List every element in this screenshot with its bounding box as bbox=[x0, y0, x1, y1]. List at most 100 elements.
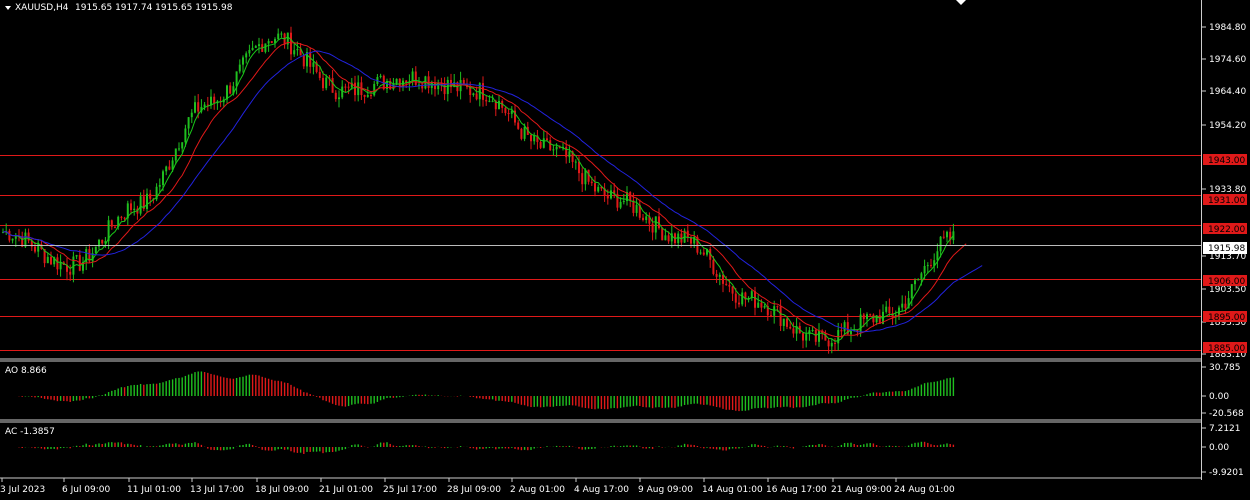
svg-text:3 Jul 2023: 3 Jul 2023 bbox=[0, 485, 45, 495]
candle bbox=[654, 216, 657, 240]
candle bbox=[520, 127, 523, 141]
price-tick: 1984.80 bbox=[1201, 23, 1246, 33]
candle bbox=[946, 230, 948, 243]
candle bbox=[50, 251, 52, 266]
candle bbox=[616, 187, 619, 212]
price-tick: 1933.80 bbox=[1201, 185, 1246, 195]
svg-text:14 Aug 01:00: 14 Aug 01:00 bbox=[702, 485, 763, 495]
ohlc-readout: 1915.65 1917.74 1915.65 1915.98 bbox=[75, 3, 233, 13]
candle bbox=[718, 272, 721, 286]
candle bbox=[258, 37, 260, 54]
candle bbox=[165, 165, 168, 176]
price-tick: 1974.60 bbox=[1201, 55, 1246, 65]
time-tick: 24 Aug 01:00 bbox=[894, 478, 955, 495]
svg-text:4 Aug 17:00: 4 Aug 17:00 bbox=[574, 485, 629, 495]
price-axis[interactable]: 1984.80 1974.60 1964.40 1954.20 1933.80 … bbox=[1201, 23, 1246, 360]
candle bbox=[373, 80, 376, 97]
candle bbox=[936, 243, 939, 269]
level-label: 1922.00 bbox=[1203, 223, 1247, 235]
level-label: 1906.00 bbox=[1203, 275, 1247, 287]
candle bbox=[517, 120, 520, 130]
dropdown-triangle-icon[interactable] bbox=[5, 6, 11, 10]
candle bbox=[475, 86, 478, 101]
candle bbox=[46, 253, 49, 264]
candle bbox=[830, 338, 833, 354]
svg-text:30.785: 30.785 bbox=[1209, 363, 1241, 373]
candle bbox=[638, 199, 641, 220]
time-tick: 2 Aug 01:00 bbox=[510, 478, 565, 495]
ao-scale: 30.785 0.00 -20.568 bbox=[1201, 363, 1244, 419]
candle bbox=[501, 99, 504, 114]
candle bbox=[238, 59, 241, 74]
svg-text:6 Jul 09:00: 6 Jul 09:00 bbox=[62, 485, 111, 495]
candle bbox=[402, 77, 404, 92]
symbol-label: XAUUSD,H4 bbox=[15, 3, 69, 13]
candle bbox=[277, 28, 280, 41]
candle bbox=[914, 278, 916, 291]
trading-chart-window[interactable]: XAUUSD,H4 1915.65 1917.74 1915.65 1915.9… bbox=[0, 0, 1250, 500]
candle bbox=[446, 76, 449, 102]
svg-text:1974.60: 1974.60 bbox=[1209, 55, 1246, 65]
candle bbox=[370, 91, 372, 100]
candle bbox=[757, 294, 760, 308]
candle bbox=[866, 312, 868, 327]
candle bbox=[795, 318, 798, 341]
candle bbox=[357, 75, 360, 102]
candle bbox=[814, 328, 817, 346]
candle bbox=[552, 144, 555, 156]
candle bbox=[341, 80, 344, 100]
candle bbox=[952, 223, 955, 245]
candle bbox=[658, 208, 660, 230]
candle bbox=[626, 186, 628, 206]
time-tick: 25 Jul 17:00 bbox=[383, 478, 437, 495]
candle bbox=[251, 40, 254, 51]
candle bbox=[56, 253, 59, 275]
level-label: 1943.00 bbox=[1203, 154, 1247, 166]
candle bbox=[856, 329, 859, 337]
time-tick: 21 Jul 01:00 bbox=[319, 478, 373, 495]
shift-marker-icon[interactable] bbox=[956, 0, 966, 5]
svg-text:1906.00: 1906.00 bbox=[1208, 277, 1245, 287]
candle bbox=[11, 238, 14, 244]
candle bbox=[283, 32, 286, 49]
candle bbox=[347, 82, 350, 95]
ao-indicator-pane[interactable]: AO 8.866 30.785 0.00 -20.568 bbox=[5, 363, 1244, 419]
candle bbox=[398, 78, 401, 92]
svg-text:16 Aug 17:00: 16 Aug 17:00 bbox=[766, 485, 827, 495]
candle bbox=[741, 288, 744, 307]
candle bbox=[126, 200, 129, 226]
candle bbox=[536, 129, 539, 150]
ac-scale: 7.2121 0.00 -9.9201 bbox=[1201, 424, 1244, 478]
candle bbox=[315, 60, 318, 74]
candle bbox=[414, 66, 417, 87]
candle bbox=[443, 77, 446, 101]
candle bbox=[805, 326, 808, 348]
candle bbox=[210, 89, 212, 109]
svg-text:1895.00: 1895.00 bbox=[1208, 313, 1245, 323]
svg-text:-20.568: -20.568 bbox=[1209, 409, 1244, 419]
candle bbox=[888, 298, 891, 317]
candle bbox=[302, 54, 305, 70]
candle bbox=[286, 32, 289, 50]
candle bbox=[834, 338, 836, 352]
svg-text:7.2121: 7.2121 bbox=[1209, 424, 1241, 434]
main-price-chart[interactable] bbox=[0, 26, 1201, 354]
candle bbox=[226, 84, 228, 104]
candle bbox=[187, 117, 190, 136]
candle bbox=[933, 253, 936, 273]
candle bbox=[27, 228, 30, 244]
ac-indicator-pane[interactable]: AC -1.3857 7.2121 0.00 -9.9201 bbox=[5, 424, 1244, 478]
candle bbox=[344, 83, 347, 93]
candle bbox=[110, 219, 113, 230]
moving-averages bbox=[2, 36, 983, 342]
candle bbox=[98, 238, 100, 250]
candle bbox=[418, 76, 420, 90]
candle bbox=[635, 197, 638, 217]
candle bbox=[133, 201, 136, 216]
candle bbox=[504, 106, 507, 116]
candle bbox=[59, 254, 62, 277]
candle bbox=[309, 47, 312, 74]
level-label: 1931.00 bbox=[1203, 194, 1247, 206]
time-axis[interactable]: 3 Jul 2023 6 Jul 09:00 11 Jul 01:00 13 J… bbox=[0, 478, 955, 495]
candle bbox=[568, 144, 571, 163]
